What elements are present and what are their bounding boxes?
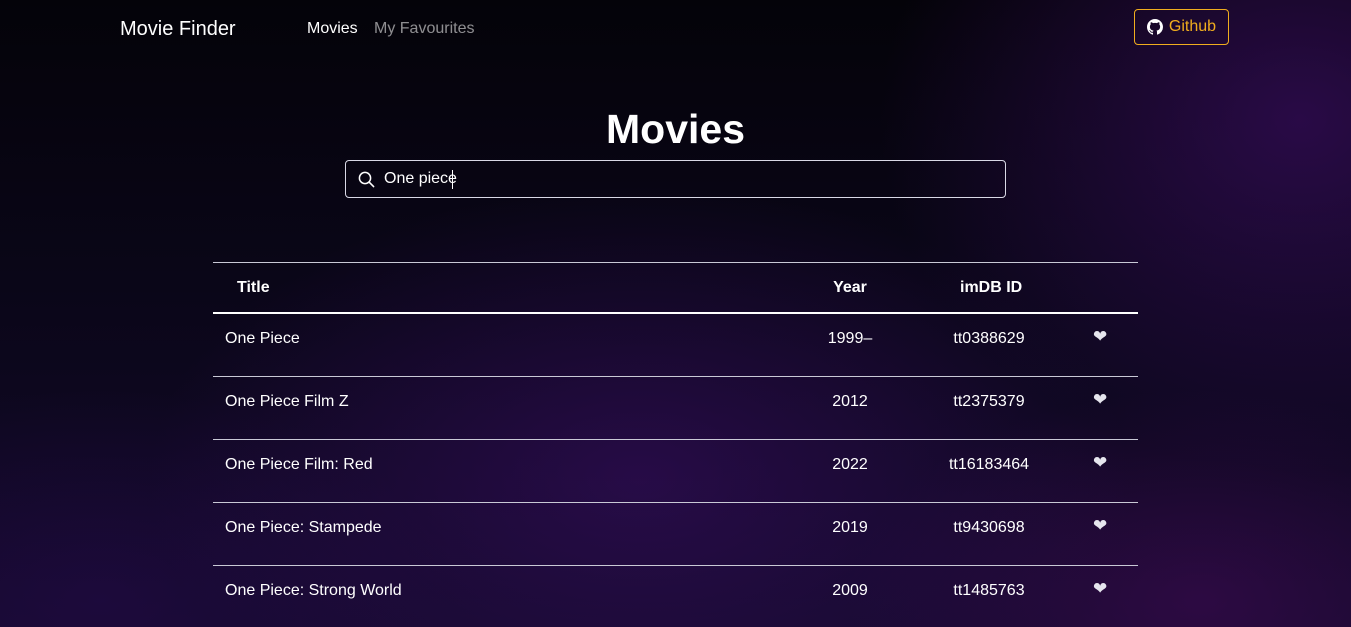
movie-title: One Piece Film: Red [225, 456, 373, 473]
movie-title: One Piece: Strong World [225, 582, 402, 599]
table-row: One Piece 1999– tt0388629 ❤ [213, 314, 1138, 377]
favourite-heart-icon[interactable]: ❤ [1093, 454, 1107, 472]
movie-imdb-id: tt0388629 [953, 330, 1025, 347]
favourite-heart-icon[interactable]: ❤ [1093, 517, 1107, 535]
table-row: One Piece Film Z 2012 tt2375379 ❤ [213, 377, 1138, 440]
favourite-heart-icon[interactable]: ❤ [1093, 580, 1107, 598]
github-icon [1146, 19, 1163, 35]
page-title: Movies [606, 106, 745, 152]
table-row: One Piece: Stampede 2019 tt9430698 ❤ [213, 503, 1138, 566]
github-button[interactable]: Github [1134, 9, 1229, 45]
table-row: One Piece Film: Red 2022 tt16183464 ❤ [213, 440, 1138, 503]
github-label: Github [1168, 18, 1217, 35]
table-header: Title Year imDB ID [213, 263, 1138, 314]
nav-link-favourites[interactable]: My Favourites [374, 19, 474, 39]
search-input[interactable] [384, 164, 1005, 194]
table-row: One Piece: Strong World 2009 tt1485763 ❤ [213, 566, 1138, 627]
movie-year: 2019 [832, 519, 868, 536]
movie-imdb-id: tt16183464 [948, 456, 1030, 473]
search-icon [358, 170, 376, 188]
movies-table: Title Year imDB ID One Piece 1999– tt038… [213, 262, 1138, 627]
movie-title: One Piece: Stampede [225, 519, 382, 536]
brand-logo-text[interactable]: Movie Finder [120, 16, 236, 42]
header-imdb-id: imDB ID [960, 279, 1023, 296]
movie-imdb-id: tt9430698 [953, 519, 1025, 536]
movie-title: One Piece [225, 330, 300, 347]
text-caret [452, 170, 453, 189]
search-box[interactable] [345, 160, 1006, 198]
movie-year: 2012 [832, 393, 868, 410]
favourite-heart-icon[interactable]: ❤ [1093, 391, 1107, 409]
movie-imdb-id: tt1485763 [953, 582, 1025, 599]
movie-year: 2009 [832, 582, 868, 599]
movie-year: 1999– [827, 330, 873, 347]
movie-title: One Piece Film Z [225, 393, 349, 410]
favourite-heart-icon[interactable]: ❤ [1093, 328, 1107, 346]
nav-link-movies[interactable]: Movies [307, 19, 358, 39]
header-year: Year [833, 279, 867, 296]
header-title: Title [237, 279, 270, 296]
movie-imdb-id: tt2375379 [953, 393, 1025, 410]
movie-year: 2022 [832, 456, 868, 473]
navbar: Movie Finder Movies My Favourites Github [0, 0, 1351, 57]
